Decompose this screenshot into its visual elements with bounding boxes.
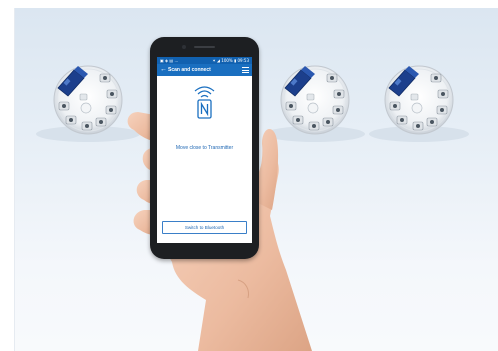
product-illustration: ▣ ◈ ▤ ... ✶ ◢ 100% ▮ 09:53 ← Scan and co…: [0, 0, 498, 351]
scan-instruction: Move close to Transmitter: [175, 145, 234, 151]
transmitter-right: [384, 65, 454, 135]
app-bar: ← Scan and connect: [157, 64, 252, 76]
hamburger-menu-icon[interactable]: [242, 67, 249, 73]
phone-speaker: [194, 46, 215, 48]
phone-screen: ▣ ◈ ▤ ... ✶ ◢ 100% ▮ 09:53 ← Scan and co…: [157, 57, 252, 243]
switch-to-bluetooth-button[interactable]: Switch to Bluetooth: [162, 221, 247, 234]
front-camera: [182, 45, 186, 49]
back-arrow-icon[interactable]: ←: [160, 64, 168, 76]
status-right-icons: ✶ ◢ 100% ▮ 09:53: [212, 58, 249, 63]
transmitter-left: [53, 65, 123, 135]
transmitter-middle: [280, 65, 350, 135]
status-bar: ▣ ◈ ▤ ... ✶ ◢ 100% ▮ 09:53: [157, 57, 252, 64]
smartphone: ▣ ◈ ▤ ... ✶ ◢ 100% ▮ 09:53 ← Scan and co…: [150, 37, 259, 259]
nfc-icon: [194, 86, 215, 119]
app-bar-title: Scan and connect: [168, 67, 211, 73]
status-left-icons: ▣ ◈ ▤ ...: [160, 58, 179, 63]
